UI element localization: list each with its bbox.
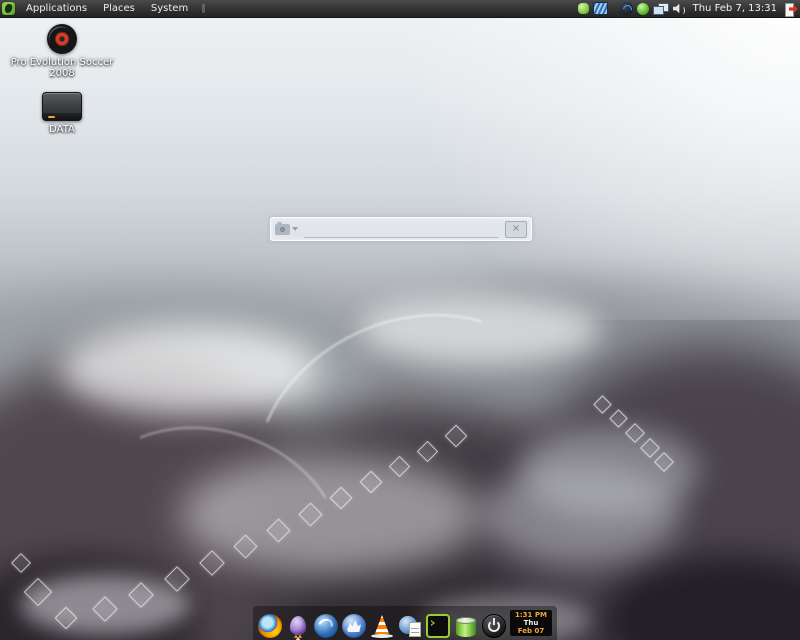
diamond-shape (330, 487, 353, 510)
network-monitors-icon[interactable] (653, 3, 669, 15)
wallpaper[interactable] (0, 0, 800, 640)
menu-system[interactable]: System (143, 0, 196, 17)
diamond-shape (609, 409, 627, 427)
chevron-down-icon[interactable] (292, 227, 298, 231)
wallpaper-arc (55, 394, 369, 640)
wallpaper-wisp (360, 295, 600, 365)
wallpaper-wisp (520, 425, 700, 515)
menu-applications[interactable]: Applications (18, 0, 95, 17)
diamond-shape (24, 578, 52, 606)
diamond-shape (11, 553, 31, 573)
vlc-icon[interactable] (370, 614, 394, 638)
logout-icon[interactable] (784, 2, 798, 16)
diamond-shape (55, 607, 78, 630)
wallpaper-arc (209, 264, 614, 640)
diamond-shape (233, 534, 257, 558)
green-pill-status-icon[interactable] (578, 3, 589, 14)
wallpaper-blob (0, 555, 200, 640)
terminal-icon[interactable] (426, 614, 450, 638)
desktop-icon-label: Pro Evolution Soccer 2008 (7, 57, 117, 79)
diamond-shape (266, 518, 290, 542)
wallpaper-blob (600, 555, 800, 640)
green-cylinder-icon[interactable] (454, 616, 478, 640)
camera-icon[interactable] (275, 224, 290, 235)
panel-clock[interactable]: Thu Feb 7, 13:31 (688, 3, 782, 14)
power-icon[interactable] (482, 614, 506, 638)
close-icon[interactable]: × (505, 221, 527, 238)
desktop-icon-pes2008[interactable]: Pro Evolution Soccer 2008 (7, 24, 117, 79)
wallpaper-wisp (60, 325, 320, 415)
green-circle-status-icon[interactable] (637, 3, 649, 15)
system-tray: Thu Feb 7, 13:31 (576, 0, 800, 17)
hard-drive-icon (42, 92, 82, 121)
wallpaper-wisp (20, 575, 190, 635)
diamond-shape (640, 438, 660, 458)
swirl-globe-icon[interactable] (620, 2, 633, 15)
diamond-shape (164, 566, 189, 591)
dock-clock-time: 1:31 PM (512, 611, 550, 619)
firefox-icon[interactable] (258, 614, 282, 638)
diamond-shape (445, 425, 468, 448)
desktop-icon-data-drive[interactable]: DATA (7, 92, 117, 135)
wallpaper-blob (380, 280, 800, 420)
volume-icon[interactable] (673, 3, 686, 15)
menu-places[interactable]: Places (95, 0, 143, 17)
search-input[interactable] (304, 221, 499, 238)
wallpaper-wisp (480, 465, 680, 565)
panel-launcher-icon[interactable] (202, 4, 205, 13)
diamond-shape (593, 395, 611, 413)
diamond-shape (128, 582, 153, 607)
diamond-shape (360, 471, 383, 494)
diamond-shape (199, 550, 224, 575)
diamond-shape (654, 452, 674, 472)
light-rays (0, 0, 800, 360)
wallpaper-blob (0, 290, 380, 440)
diamond-shape (389, 456, 410, 477)
wallpaper-wisp (180, 455, 480, 575)
dock-clock-date: Feb 07 (512, 627, 550, 635)
pidgin-icon[interactable] (286, 614, 310, 638)
desktop-icon-label: DATA (7, 124, 117, 135)
desktop-screen: Applications Places System Thu Feb 7, 13… (0, 0, 800, 640)
wallpaper-blob (520, 345, 800, 640)
striped-window-icon[interactable] (593, 2, 608, 15)
diamond-shape (298, 502, 322, 526)
diamond-shape (417, 441, 438, 462)
dock-clock-day: Thu (512, 619, 550, 627)
amarok-icon[interactable] (342, 614, 366, 638)
diamond-shape (92, 596, 117, 621)
desktop-search-widget: × (270, 217, 532, 241)
top-panel: Applications Places System Thu Feb 7, 13… (0, 0, 800, 18)
diamond-shape (625, 423, 645, 443)
distro-menu-icon[interactable] (2, 2, 15, 15)
game-disc-icon (47, 24, 77, 54)
wallpaper-blob (0, 355, 320, 640)
corner-glow (300, 0, 800, 320)
document-globe-icon[interactable] (398, 614, 422, 638)
thunderbird-icon[interactable] (314, 614, 338, 638)
dock: 1:31 PM Thu Feb 07 (253, 606, 557, 640)
dock-clock[interactable]: 1:31 PM Thu Feb 07 (510, 610, 552, 636)
